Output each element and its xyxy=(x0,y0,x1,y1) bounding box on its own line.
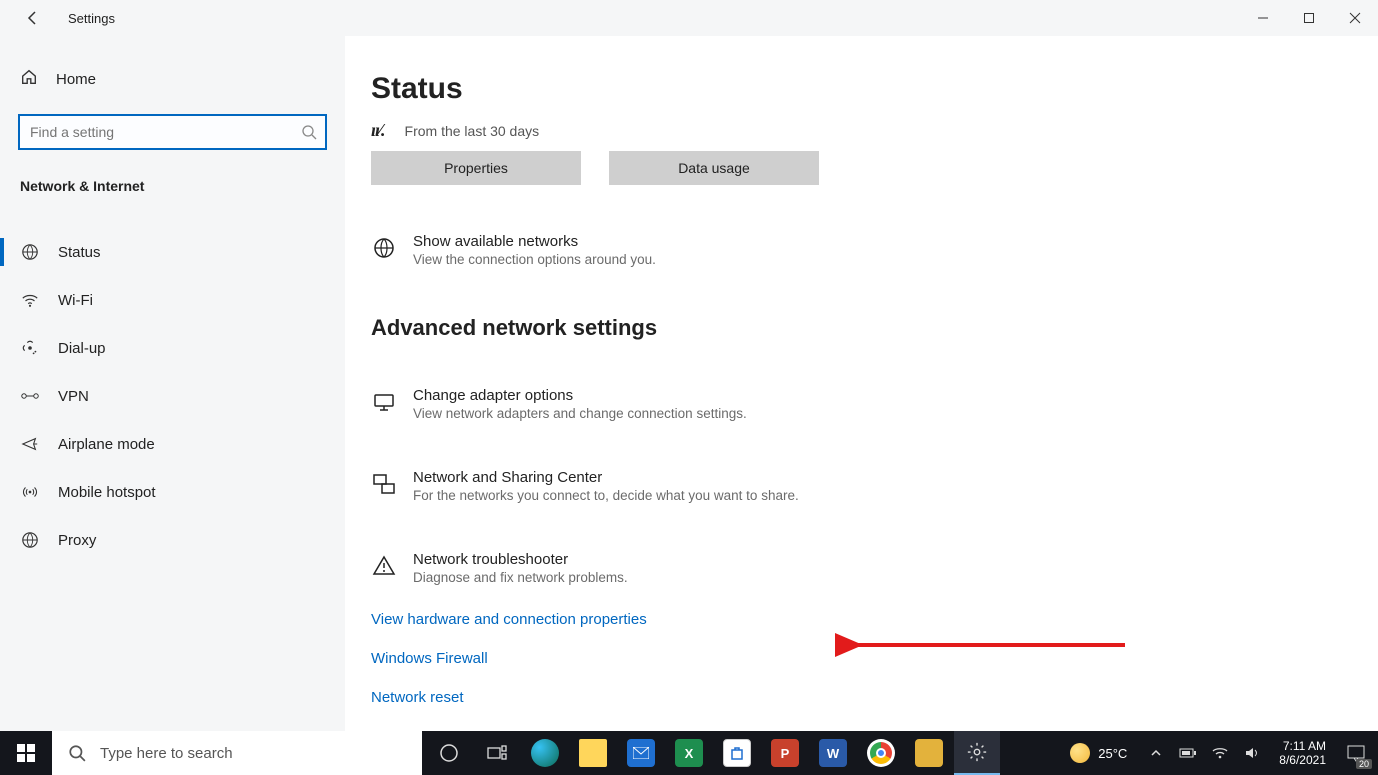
page-heading: Status xyxy=(371,72,1378,106)
home-label: Home xyxy=(56,71,96,88)
excel-icon: X xyxy=(675,739,703,767)
sidebar-item-label: Airplane mode xyxy=(58,436,155,453)
airplane-icon xyxy=(20,434,40,454)
tray-battery-icon[interactable] xyxy=(1177,742,1199,764)
sidebar-item-label: Mobile hotspot xyxy=(58,484,156,501)
close-button[interactable] xyxy=(1332,0,1378,36)
sidebar-item-vpn[interactable]: VPN xyxy=(0,372,345,420)
show-networks-desc: View the connection options around you. xyxy=(413,252,656,267)
gear-icon xyxy=(966,741,988,763)
taskbar-app-edge[interactable] xyxy=(522,731,568,775)
network-sharing-center[interactable]: Network and Sharing Center For the netwo… xyxy=(371,469,1378,503)
sidebar-item-dialup[interactable]: Dial-up xyxy=(0,324,345,372)
hotspot-icon xyxy=(20,482,40,502)
sidebar-item-airplane[interactable]: Airplane mode xyxy=(0,420,345,468)
maximize-button[interactable] xyxy=(1286,0,1332,36)
link-view-hardware[interactable]: View hardware and connection properties xyxy=(371,611,1378,628)
sidebar-item-hotspot[interactable]: Mobile hotspot xyxy=(0,468,345,516)
window-title: Settings xyxy=(68,11,115,26)
sidebar-category: Network & Internet xyxy=(0,168,345,208)
sharing-title: Network and Sharing Center xyxy=(413,469,799,486)
network-troubleshooter[interactable]: Network troubleshooter Diagnose and fix … xyxy=(371,551,1378,585)
status-subtext: From the last 30 days xyxy=(405,123,540,139)
edge-icon xyxy=(531,739,559,767)
sharing-desc: For the networks you connect to, decide … xyxy=(413,488,799,503)
sidebar-item-wifi[interactable]: Wi-Fi xyxy=(0,276,345,324)
store-icon xyxy=(723,739,751,767)
settings-sidebar: Home Network & Internet Status Wi-Fi xyxy=(0,36,345,731)
home-nav[interactable]: Home xyxy=(0,58,345,100)
notification-badge: 20 xyxy=(1356,759,1372,769)
data-usage-button[interactable]: Data usage xyxy=(609,151,819,185)
weather-icon xyxy=(1070,743,1090,763)
proxy-icon xyxy=(20,530,40,550)
taskbar-app-chrome[interactable] xyxy=(858,731,904,775)
sidebar-item-proxy[interactable]: Proxy xyxy=(0,516,345,564)
vpn-icon xyxy=(20,386,40,406)
status-icon xyxy=(20,242,40,262)
show-networks-title: Show available networks xyxy=(413,233,656,250)
dialup-icon xyxy=(20,338,40,358)
troubleshoot-desc: Diagnose and fix network problems. xyxy=(413,570,628,585)
taskbar-app-excel[interactable]: X xyxy=(666,731,712,775)
clock-date: 8/6/2021 xyxy=(1279,753,1326,767)
taskbar-search-placeholder: Type here to search xyxy=(100,745,233,762)
folder-icon xyxy=(579,739,607,767)
search-icon xyxy=(68,744,86,762)
sidebar-item-label: Proxy xyxy=(58,532,96,549)
cortana-button[interactable] xyxy=(426,731,472,775)
adapter-title: Change adapter options xyxy=(413,387,747,404)
tray-chevron-up[interactable] xyxy=(1145,742,1167,764)
globe-icon xyxy=(371,235,397,261)
sidebar-item-label: Status xyxy=(58,244,101,261)
home-icon xyxy=(20,68,38,90)
main-content: Status ıı⁄. From the last 30 days Proper… xyxy=(345,36,1378,731)
powerpoint-icon: P xyxy=(771,739,799,767)
task-view-button[interactable] xyxy=(474,731,520,775)
troubleshoot-title: Network troubleshooter xyxy=(413,551,628,568)
change-adapter-options[interactable]: Change adapter options View network adap… xyxy=(371,387,1378,421)
sidebar-item-status[interactable]: Status xyxy=(0,228,345,276)
start-button[interactable] xyxy=(0,731,52,775)
taskbar-app-powerpoint[interactable]: P xyxy=(762,731,808,775)
network-glyph-icon: ıı⁄. xyxy=(371,120,385,141)
minimize-button[interactable] xyxy=(1240,0,1286,36)
sidebar-item-label: Wi-Fi xyxy=(58,292,93,309)
show-available-networks[interactable]: Show available networks View the connect… xyxy=(371,233,1378,267)
settings-search-input[interactable] xyxy=(18,114,327,150)
taskbar-app-settings[interactable] xyxy=(954,731,1000,775)
notifications-button[interactable]: 20 xyxy=(1342,739,1370,767)
title-bar: Settings xyxy=(0,0,1378,36)
taskbar-clock[interactable]: 7:11 AM 8/6/2021 xyxy=(1279,739,1326,768)
back-button[interactable] xyxy=(24,9,42,27)
tray-volume-icon[interactable] xyxy=(1241,742,1263,764)
tray-wifi-icon[interactable] xyxy=(1209,742,1231,764)
chrome-icon xyxy=(867,739,895,767)
word-icon: W xyxy=(819,739,847,767)
sharing-icon xyxy=(371,471,397,497)
taskbar: Type here to search X P W xyxy=(0,731,1378,775)
search-icon xyxy=(301,124,317,140)
app-icon xyxy=(915,739,943,767)
taskbar-app-word[interactable]: W xyxy=(810,731,856,775)
properties-button[interactable]: Properties xyxy=(371,151,581,185)
sidebar-item-label: Dial-up xyxy=(58,340,106,357)
adapter-icon xyxy=(371,389,397,415)
mail-icon xyxy=(627,739,655,767)
taskbar-app-generic[interactable] xyxy=(906,731,952,775)
link-network-reset[interactable]: Network reset xyxy=(371,689,1378,706)
wifi-icon xyxy=(20,290,40,310)
sidebar-item-label: VPN xyxy=(58,388,89,405)
weather-temp: 25°C xyxy=(1098,746,1127,761)
taskbar-weather[interactable]: 25°C xyxy=(1070,743,1127,763)
taskbar-app-store[interactable] xyxy=(714,731,760,775)
link-windows-firewall[interactable]: Windows Firewall xyxy=(371,650,1378,667)
taskbar-search[interactable]: Type here to search xyxy=(52,731,422,775)
advanced-heading: Advanced network settings xyxy=(371,315,1378,341)
warning-icon xyxy=(371,553,397,579)
clock-time: 7:11 AM xyxy=(1283,739,1326,753)
taskbar-app-mail[interactable] xyxy=(618,731,664,775)
adapter-desc: View network adapters and change connect… xyxy=(413,406,747,421)
taskbar-app-explorer[interactable] xyxy=(570,731,616,775)
